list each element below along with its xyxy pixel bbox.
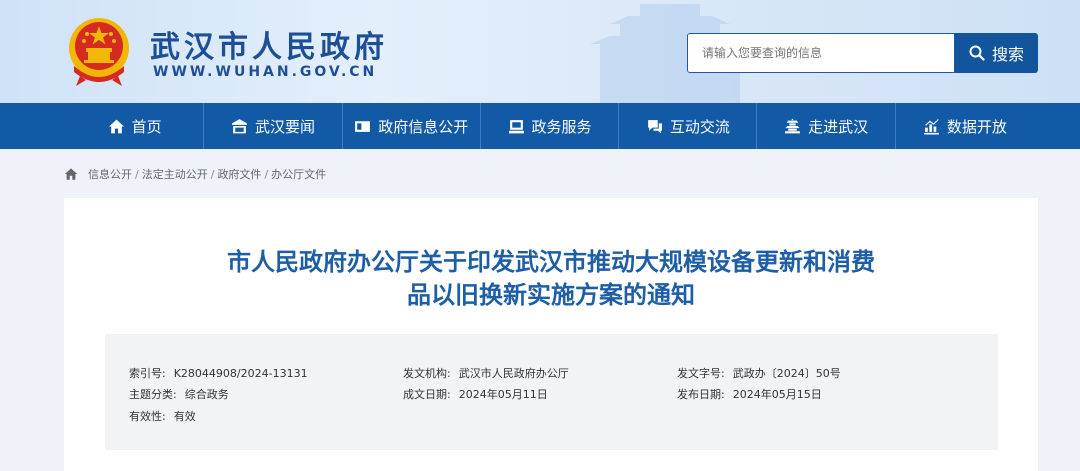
- metadata-label: 索引号:: [129, 367, 166, 380]
- service-icon: [508, 119, 524, 133]
- nav-item-label: 武汉要闻: [254, 117, 315, 136]
- search-icon: [969, 45, 985, 61]
- breadcrumb-item-statutory-disclosure[interactable]: 法定主动公开: [142, 166, 208, 182]
- metadata-value: 有效: [173, 410, 196, 423]
- nav-item-open-data[interactable]: 数据开放: [896, 103, 1034, 149]
- metadata-value: 综合政务: [184, 388, 229, 401]
- metadata-topic: 主题分类: 综合政务: [129, 386, 229, 402]
- main-nav: 首页 武汉要闻 政府信息公开 政务服务 互动交流 走进武汉 数据开放: [0, 103, 1080, 149]
- metadata-created-date: 成文日期: 2024年05月11日: [403, 386, 548, 402]
- nav-item-label: 政府信息公开: [378, 117, 469, 136]
- metadata-value: 2024年05月15日: [732, 388, 822, 401]
- breadcrumb-item-office-documents[interactable]: 办公厅文件: [271, 166, 326, 182]
- nav-item-home[interactable]: 首页: [66, 103, 205, 149]
- metadata-issuer: 发文机构: 武汉市人民政府办公厅: [403, 365, 569, 381]
- nav-item-interaction[interactable]: 互动交流: [619, 103, 758, 149]
- home-icon: [108, 119, 124, 133]
- metadata-doc-number: 发文字号: 武政办〔2024〕50号: [677, 365, 841, 381]
- document-title-line-1: 市人民政府办公厅关于印发武汉市推动大规模设备更新和消费: [227, 248, 875, 276]
- nav-item-gov-service[interactable]: 政务服务: [481, 103, 620, 149]
- metadata-label: 发文机构:: [403, 367, 451, 380]
- document-title: 市人民政府办公厅关于印发武汉市推动大规模设备更新和消费 品以旧换新实施方案的通知: [64, 246, 1038, 312]
- metadata-row: 主题分类: 综合政务 成文日期: 2024年05月11日 发布日期: 2024年05月…: [105, 386, 998, 406]
- metadata-label: 发布日期:: [677, 388, 725, 401]
- metadata-label: 成文日期:: [403, 388, 451, 401]
- metadata-label: 主题分类:: [129, 388, 177, 401]
- metadata-label: 有效性:: [129, 410, 166, 423]
- document-title-line-2: 品以旧换新实施方案的通知: [407, 281, 695, 309]
- search-button[interactable]: 搜索: [955, 33, 1038, 73]
- chat-icon: [647, 119, 662, 133]
- site-header: 武汉市人民政府 WWW.WUHAN.GOV.CN 搜索: [0, 0, 1080, 103]
- nav-item-wuhan-news[interactable]: 武汉要闻: [204, 103, 343, 149]
- national-emblem-icon: [69, 18, 129, 86]
- chart-icon: [923, 118, 939, 134]
- metadata-row: 索引号: K28044908/2024-13131 发文机构: 武汉市人民政府办公厅…: [105, 365, 998, 385]
- metadata-value: 2024年05月11日: [458, 388, 548, 401]
- metadata-label: 发文字号:: [677, 367, 725, 380]
- breadcrumb: 信息公开 / 法定主动公开 / 政府文件 / 办公厅文件: [64, 164, 326, 184]
- search-input[interactable]: [687, 33, 955, 73]
- document-metadata: 索引号: K28044908/2024-13131 发文机构: 武汉市人民政府办公厅…: [105, 334, 998, 450]
- metadata-validity: 有效性: 有效: [129, 408, 196, 424]
- home-icon: [64, 168, 78, 180]
- nav-item-about-wuhan[interactable]: 走进武汉: [757, 103, 896, 149]
- metadata-row: 有效性: 有效: [105, 408, 998, 428]
- nav-item-label: 数据开放: [946, 117, 1007, 136]
- nav-item-label: 政务服务: [531, 117, 592, 136]
- nav-item-gov-info[interactable]: 政府信息公开: [343, 103, 481, 149]
- nav-item-label: 互动交流: [669, 117, 730, 136]
- breadcrumb-item-gov-documents[interactable]: 政府文件: [217, 166, 261, 182]
- site-title: 武汉市人民政府: [150, 30, 388, 65]
- breadcrumb-separator: /: [135, 167, 139, 181]
- metadata-value: 武汉市人民政府办公厅: [458, 367, 569, 380]
- metadata-index: 索引号: K28044908/2024-13131: [129, 365, 308, 381]
- news-icon: [232, 118, 247, 133]
- search-button-label: 搜索: [991, 45, 1024, 64]
- breadcrumb-separator: /: [210, 167, 215, 181]
- metadata-published-date: 发布日期: 2024年05月15日: [677, 386, 822, 402]
- metadata-value: K28044908/2024-13131: [173, 367, 308, 380]
- site-url: WWW.WUHAN.GOV.CN: [153, 64, 378, 80]
- breadcrumb-item-info-disclosure[interactable]: 信息公开: [88, 166, 132, 182]
- breadcrumb-separator: /: [264, 167, 269, 181]
- info-card-icon: [355, 120, 371, 132]
- nav-item-label: 走进武汉: [808, 117, 869, 136]
- document-card: 市人民政府办公厅关于印发武汉市推动大规模设备更新和消费 品以旧换新实施方案的通知…: [64, 198, 1038, 471]
- metadata-value: 武政办〔2024〕50号: [732, 367, 841, 380]
- tower-icon: [785, 118, 801, 133]
- nav-item-label: 首页: [131, 117, 162, 136]
